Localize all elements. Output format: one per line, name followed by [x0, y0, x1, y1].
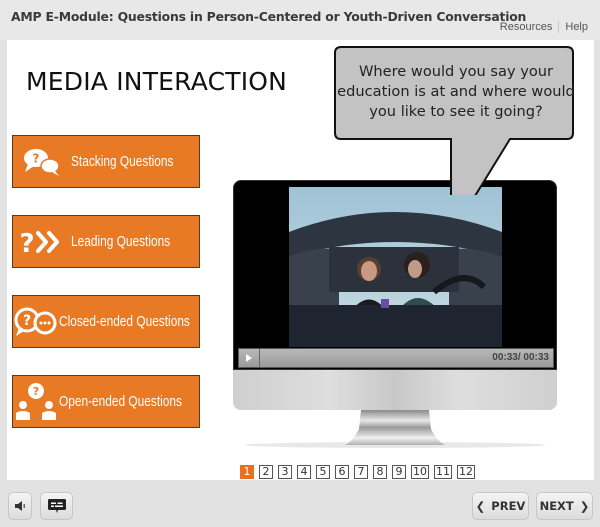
page-1[interactable]: 1: [240, 465, 254, 479]
chat-question-bubbles-icon: ?: [13, 135, 71, 188]
slide-content: MEDIA INTERACTION ? Stacking Questions ?…: [7, 40, 594, 480]
chevron-right-icon: ❯: [579, 499, 590, 513]
page-2[interactable]: 2: [259, 465, 273, 479]
help-link[interactable]: Help: [565, 21, 588, 33]
slide-title: MEDIA INTERACTION: [26, 67, 288, 96]
open-ended-questions-button[interactable]: ? Open-ended Questions: [12, 375, 200, 428]
monitor-video-player: 00:33/ 00:33: [233, 180, 557, 448]
svg-text:?: ?: [19, 229, 34, 257]
button-label: Closed-ended Questions: [59, 313, 190, 330]
top-links: Resources Help: [500, 21, 588, 33]
speech-bubble-text: Where would you say your education is at…: [337, 63, 575, 120]
monitor-screen: 00:33/ 00:33: [233, 180, 557, 370]
page-6[interactable]: 6: [335, 465, 349, 479]
page-10[interactable]: 10: [411, 465, 429, 479]
speaker-icon: [15, 501, 25, 511]
play-icon: [246, 354, 252, 362]
stacking-questions-button[interactable]: ? Stacking Questions: [12, 135, 200, 188]
monitor-stand: [245, 410, 545, 448]
volume-button[interactable]: [8, 492, 32, 520]
page-11[interactable]: 11: [434, 465, 452, 479]
people-question-icon: ?: [13, 375, 59, 428]
captions-icon: [47, 498, 66, 513]
leading-questions-button[interactable]: ? Leading Questions: [12, 215, 200, 268]
page-12[interactable]: 12: [457, 465, 475, 479]
bottom-bar: ❮ PREV NEXT ❯: [0, 480, 600, 527]
app-title: AMP E-Module: Questions in Person-Center…: [11, 9, 527, 24]
svg-text:?: ?: [33, 385, 39, 398]
page-3[interactable]: 3: [278, 465, 292, 479]
video-frame[interactable]: [289, 187, 502, 347]
prev-label: PREV: [491, 499, 526, 513]
chevron-left-icon: ❮: [475, 499, 486, 513]
closed-ended-questions-button[interactable]: ? Closed-ended Questions: [12, 295, 200, 348]
resources-link[interactable]: Resources: [500, 21, 553, 33]
next-label: NEXT: [539, 499, 574, 513]
top-bar: AMP E-Module: Questions in Person-Center…: [0, 0, 600, 40]
next-button[interactable]: NEXT ❯: [536, 492, 593, 520]
page-5[interactable]: 5: [316, 465, 330, 479]
svg-text:?: ?: [33, 151, 40, 165]
question-chevrons-icon: ?: [13, 215, 71, 268]
prev-button[interactable]: ❮ PREV: [472, 492, 529, 520]
svg-text:?: ?: [23, 313, 31, 329]
monitor-chin: [233, 370, 557, 410]
button-label: Leading Questions: [71, 233, 171, 250]
question-ellipsis-bubbles-icon: ?: [13, 295, 59, 348]
video-time: 00:33/ 00:33: [492, 352, 549, 363]
page-7[interactable]: 7: [354, 465, 368, 479]
page-9[interactable]: 9: [392, 465, 406, 479]
video-scrubber[interactable]: 00:33/ 00:33: [260, 349, 553, 367]
page-4[interactable]: 4: [297, 465, 311, 479]
play-button[interactable]: [239, 349, 260, 367]
page-8[interactable]: 8: [373, 465, 387, 479]
button-label: Open-ended Questions: [59, 393, 182, 410]
captions-button[interactable]: [40, 492, 73, 520]
video-controls: 00:33/ 00:33: [238, 348, 554, 368]
slide-pager: 1 2 3 4 5 6 7 8 9 10 11 12: [240, 465, 475, 479]
button-label: Stacking Questions: [71, 153, 174, 170]
link-divider: [558, 21, 560, 33]
